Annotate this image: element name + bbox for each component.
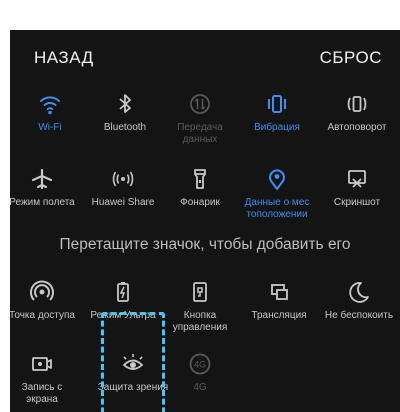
tile-label: Данные о мес тоположении — [244, 197, 310, 220]
screenshot-icon — [342, 165, 372, 193]
tile-label: Трансляция — [251, 310, 307, 321]
tile-bluetooth[interactable]: Bluetooth — [88, 90, 162, 134]
tile-screenshot[interactable]: Скриншот — [320, 165, 394, 209]
airplane-icon — [27, 165, 57, 193]
tile-4g[interactable]: 4G 4G — [163, 350, 237, 394]
tile-screen-record[interactable]: Запись с экрана — [10, 350, 79, 405]
tile-flashlight[interactable]: Фонарик — [163, 165, 237, 209]
tile-label: Передача данных — [177, 122, 223, 145]
tile-label: Запись с экрана — [21, 382, 63, 405]
vibration-icon — [262, 90, 292, 118]
tile-label: Фонарик — [180, 197, 220, 208]
tile-label: Bluetooth — [103, 122, 147, 133]
svg-text:4G: 4G — [194, 360, 206, 370]
top-bar: НАЗАД СБРОС — [10, 30, 400, 90]
hotspot-icon — [27, 278, 57, 306]
tile-autorotate[interactable]: Автоповорот — [320, 90, 394, 134]
tile-airplane-mode[interactable]: Режим полета — [10, 165, 79, 209]
location-icon — [262, 165, 292, 193]
tile-label: Кнопка управления — [172, 310, 228, 333]
tile-label: Вибрация — [254, 122, 300, 133]
tile-label: Не беспокоить — [324, 310, 394, 321]
tile-huawei-share[interactable]: Huawei Share — [86, 165, 160, 209]
navigation-dock-icon — [185, 278, 215, 306]
screen-record-icon — [27, 350, 57, 378]
tile-label: Режим полета — [10, 197, 75, 208]
wifi-icon — [35, 90, 65, 118]
tile-hotspot[interactable]: Точка доступа — [10, 278, 79, 322]
tile-do-not-disturb[interactable]: Не беспокоить — [322, 278, 396, 322]
drag-selection-outline — [101, 312, 165, 412]
tile-location[interactable]: Данные о мес тоположении — [240, 165, 314, 220]
huawei-share-icon — [108, 165, 138, 193]
back-button[interactable]: НАЗАД — [34, 48, 94, 68]
data-transfer-icon — [185, 90, 215, 118]
bluetooth-icon — [110, 90, 140, 118]
tile-vibration[interactable]: Вибрация — [240, 90, 314, 134]
ultra-power-icon — [108, 278, 138, 306]
4g-icon: 4G — [185, 350, 215, 378]
reset-button[interactable]: СБРОС — [320, 48, 382, 68]
tile-label: Точка доступа — [10, 310, 75, 321]
tile-label: Huawei Share — [91, 197, 155, 208]
tile-navigation-dock[interactable]: Кнопка управления — [163, 278, 237, 333]
drag-hint-text: Перетащите значок, чтобы добавить его — [59, 236, 351, 253]
tile-data-transfer[interactable]: Передача данных — [163, 90, 237, 145]
flashlight-icon — [185, 165, 215, 193]
tile-label: Wi-Fi — [38, 122, 62, 133]
do-not-disturb-icon — [344, 278, 374, 306]
tile-label: Скриншот — [333, 197, 381, 208]
tile-wifi[interactable]: Wi-Fi — [13, 90, 87, 134]
tile-label: Автоповорот — [327, 122, 387, 133]
cast-icon — [264, 278, 294, 306]
tile-label: 4G — [193, 382, 207, 393]
tile-cast[interactable]: Трансляция — [242, 278, 316, 322]
autorotate-icon — [342, 90, 372, 118]
quick-settings-editor: НАЗАД СБРОС Wi-Fi Bluetooth Передача дан… — [10, 30, 400, 412]
